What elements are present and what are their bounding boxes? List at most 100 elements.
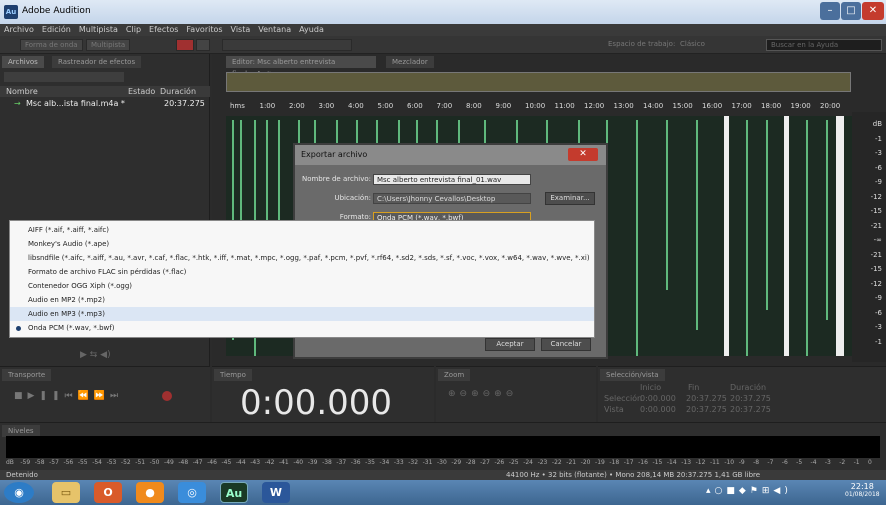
multitrack-view-button[interactable]: Multipista — [86, 39, 131, 51]
menu-archivo[interactable]: Archivo — [0, 24, 38, 36]
tab-transporte[interactable]: Transporte — [2, 369, 52, 381]
firefox-icon[interactable]: ● — [136, 482, 164, 503]
close-window-button[interactable]: ✕ — [862, 2, 884, 20]
sel-header-duration: Duración — [730, 383, 767, 392]
sel-value[interactable]: 20:37.275 — [686, 405, 727, 414]
sel-value[interactable]: 20:37.275 — [730, 394, 771, 403]
sel-value[interactable]: 0:00.000 — [640, 394, 676, 403]
cancel-button[interactable]: Cancelar — [541, 338, 591, 351]
meter-tick-label: -1 — [853, 459, 860, 466]
maximize-button[interactable]: □ — [841, 2, 861, 20]
format-option[interactable]: Audio en MP2 (*.mp2) — [10, 293, 594, 307]
tab-editor[interactable]: Editor: Msc alberto entrevista final.m4a… — [226, 56, 376, 78]
workspace-select[interactable]: Clásico — [680, 40, 705, 48]
window-titlebar: Au Adobe Audition – □ ✕ — [0, 0, 886, 24]
meter-tick-label: -31 — [422, 459, 433, 466]
meter-tick-label: -27 — [480, 459, 490, 466]
menu-edicion[interactable]: Edición — [38, 24, 75, 36]
col-duration[interactable]: Duración — [160, 87, 196, 96]
tab-tiempo[interactable]: Tiempo — [214, 369, 252, 381]
meter-tick-label: -37 — [336, 459, 347, 466]
meter-tick-label: -34 — [379, 459, 390, 466]
list-item[interactable]: → Msc alb...ista final.m4a * 20:37.275 — [0, 98, 210, 109]
meter-tick-label: -55 — [77, 459, 88, 466]
format-option[interactable]: Contenedor OGG Xiph (*.ogg) — [10, 279, 594, 293]
dialog-close-button[interactable]: ✕ — [568, 148, 598, 161]
meter-tick-label: -36 — [350, 459, 361, 466]
meter-tick-label: -17 — [623, 459, 634, 466]
files-toolbar[interactable] — [4, 72, 124, 82]
word-icon[interactable]: W — [262, 482, 290, 503]
file-name: Msc alb...ista final.m4a * — [26, 99, 125, 108]
meter-tick-label: -59 — [20, 459, 31, 466]
files-footer-icons[interactable]: ▶ ⇆ ◀) — [80, 350, 111, 360]
tab-rastreador[interactable]: Rastreador de efectos — [52, 56, 142, 68]
grid-icon[interactable] — [196, 39, 210, 51]
waveform-view-button[interactable]: Forma de onda — [20, 39, 83, 51]
meter-tick-label: 0 — [868, 459, 872, 466]
meter-tick-label: -16 — [638, 459, 648, 466]
clock[interactable]: 22:18 01/08/2018 — [845, 482, 880, 498]
meter-tick-label: -47 — [192, 459, 203, 466]
explorer-icon[interactable]: ▭ — [52, 482, 80, 503]
location-label: Ubicación: — [334, 194, 371, 202]
tab-archivos[interactable]: Archivos — [2, 56, 44, 68]
format-option[interactable]: Monkey's Audio (*.ape) — [10, 237, 594, 251]
waveform-segment — [746, 120, 748, 356]
menu-multipista[interactable]: Multipista — [75, 24, 122, 36]
col-name[interactable]: Nombre — [6, 87, 38, 96]
sel-value[interactable]: 20:37.275 — [686, 394, 727, 403]
minimize-button[interactable]: – — [820, 2, 840, 20]
ok-button[interactable]: Aceptar — [485, 338, 535, 351]
record-mode-icon[interactable] — [176, 39, 194, 51]
ruler-tick-label: 12:00 — [584, 102, 605, 110]
zoom-controls[interactable]: ⊕⊖⊕⊖⊕⊖ — [448, 389, 517, 399]
transport-controls[interactable]: ■▶❚❚⏮⏪⏩⏭ — [14, 391, 123, 401]
col-state[interactable]: Estado — [128, 87, 155, 96]
start-button-icon[interactable]: ◉ — [4, 482, 34, 503]
menu-ayuda[interactable]: Ayuda — [295, 24, 328, 36]
waveform-segment — [766, 120, 768, 310]
meter-tick-label: -32 — [408, 459, 419, 466]
waveform-segment — [696, 120, 698, 330]
time-ruler[interactable]: hms 1:00 2:00 3:00 4:00 5:00 6:00 7:00 8:00 9:00 1… — [230, 102, 850, 114]
help-search-input[interactable]: Buscar en la Ayuda — [766, 39, 882, 51]
chrome-icon[interactable]: ◎ — [178, 482, 206, 503]
waveform-overview[interactable] — [226, 72, 851, 92]
office-icon[interactable]: O — [94, 482, 122, 503]
menu-ventana[interactable]: Ventana — [254, 24, 295, 36]
menu-favoritos[interactable]: Favoritos — [182, 24, 226, 36]
format-option-selected[interactable]: Onda PCM (*.wav, *.bwf) — [10, 321, 594, 335]
meter-tick-label: -41 — [278, 459, 289, 466]
format-option-highlighted[interactable]: Audio en MP3 (*.mp3) — [10, 307, 594, 321]
menu-efectos[interactable]: Efectos — [145, 24, 182, 36]
meter-tick-label: -30 — [437, 459, 447, 466]
tray-icons[interactable]: ▴○■◆⚑⊞◀) — [706, 486, 792, 496]
meter-tick-label: -14 — [666, 459, 677, 466]
db-tick-label: -3 — [875, 323, 882, 331]
format-option[interactable]: libsndfile (*.aifc, *.aiff, *.au, *.avr,… — [10, 251, 594, 265]
meter-tick-label: -51 — [135, 459, 146, 466]
browse-button[interactable]: Examinar... — [545, 192, 595, 205]
ruler-tick-label: 7:00 — [436, 102, 453, 110]
format-option[interactable]: AIFF (*.aif, *.aiff, *.aifc) — [10, 223, 594, 237]
meter-tick-label: -7 — [767, 459, 774, 466]
tab-seleccion[interactable]: Selección/vista — [600, 369, 665, 381]
menu-clip[interactable]: Clip — [122, 24, 145, 36]
ruler-tick-label: 6:00 — [407, 102, 423, 110]
sel-value[interactable]: 0:00.000 — [640, 405, 676, 414]
meter-tick-label: -12 — [695, 459, 706, 466]
sel-value[interactable]: 20:37.275 — [730, 405, 771, 414]
record-button[interactable] — [162, 391, 172, 401]
format-option[interactable]: Formato de archivo FLAC sin pérdidas (*.… — [10, 265, 594, 279]
tab-mezclador[interactable]: Mezclador — [386, 56, 434, 68]
zoom-panel: Zoom ⊕⊖⊕⊖⊕⊖ — [436, 366, 596, 422]
tab-zoom[interactable]: Zoom — [438, 369, 471, 381]
location-select[interactable]: C:\Users\Jhonny Cevallos\Desktop — [373, 193, 531, 204]
filename-input[interactable]: Msc alberto entrevista final_01.wav — [373, 174, 531, 185]
audition-taskbar-icon[interactable]: Au — [220, 482, 248, 503]
meter-tick-label: -57 — [49, 459, 59, 466]
menu-vista[interactable]: Vista — [227, 24, 255, 36]
db-tick-label: -1 — [875, 134, 882, 143]
tools-strip[interactable] — [222, 39, 352, 51]
